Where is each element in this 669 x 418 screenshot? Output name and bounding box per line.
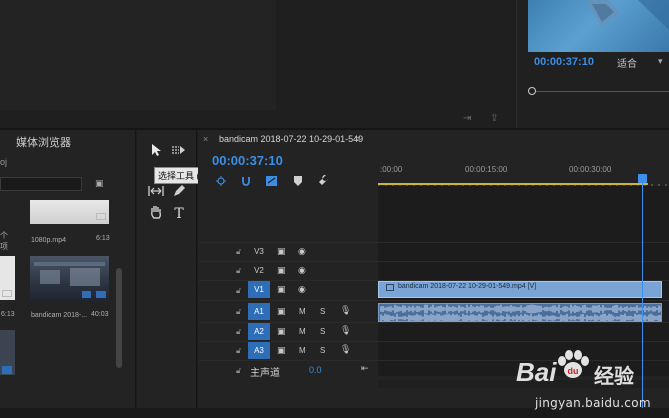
video-badge-icon [2,290,12,297]
program-video-content-icon [586,0,669,30]
lock-icon[interactable]: 🔓︎ [236,366,241,376]
watermark-url: jingyan.baidu.com [535,396,651,410]
project-path-text: oj [0,157,8,167]
track-target-a2[interactable]: A2 [248,323,270,340]
watermark-logo-text: Bai [516,357,557,387]
program-fit-select[interactable]: 适合 [617,55,637,70]
ruler-time-15: 00:00:15:00 [465,165,508,174]
playhead-line[interactable] [642,174,643,418]
microphone-icon[interactable]: 🎙︎ [340,325,351,336]
microphone-icon[interactable]: 🎙︎ [340,305,351,316]
hand-tool-icon[interactable] [147,205,165,223]
program-scrubber[interactable] [531,91,669,92]
playhead-handle[interactable] [638,174,647,183]
program-timecode[interactable]: 00:00:37:10 [534,56,594,68]
project-scrollbar[interactable] [116,268,122,368]
video-badge-icon [2,366,12,374]
lock-icon[interactable]: 🔓︎ [236,307,241,317]
eye-icon[interactable]: ◉ [298,284,306,295]
lock-icon[interactable]: 🔓︎ [236,327,241,337]
clip-duration: 40:03 [91,311,109,318]
master-track-label: 主声道 [250,368,280,379]
track-separator [198,300,669,301]
paw-logo-icon: du [556,350,590,380]
chevron-down-icon[interactable]: ▾ [658,56,663,67]
sync-lock-icon[interactable]: ▣ [277,246,286,257]
eye-icon[interactable]: ◉ [298,265,306,276]
audio-clip[interactable] [378,303,662,322]
premiere-window: ⇥ ⇪ 00:00:37:10 适合 ▾ 媒体浏览器 oj ▣ 1080p.mp… [0,0,669,418]
ruler-time-0: :00:00 [380,165,403,174]
track-target-a1[interactable]: A1 [248,303,270,320]
program-video-frame [528,0,669,52]
clip-thumbnail-1080p[interactable] [30,200,109,224]
lock-icon[interactable]: 🔓︎ [236,247,241,257]
lock-icon[interactable]: 🔓︎ [236,266,241,276]
sync-lock-icon[interactable]: ▣ [277,326,286,337]
sequence-tab[interactable]: bandicam 2018-07-22 10-29-01-549 [219,134,363,144]
fx-badge-icon [386,284,394,291]
waveform-icon [380,304,661,321]
close-icon[interactable]: × [203,134,208,144]
track-target-a3[interactable]: A3 [248,342,270,359]
master-volume-value[interactable]: 0.0 [309,365,322,375]
program-playhead-handle[interactable] [528,87,536,95]
selection-tool-icon[interactable] [147,143,165,161]
mute-button[interactable]: M [299,327,306,336]
ripple-edit-tool-icon[interactable] [147,184,165,202]
clip-label: bandicam 2018-... [31,312,88,319]
video-clip-label: bandicam 2018-07-22 10-29-01-549.mp4 [V] [398,283,537,290]
track-label-v3[interactable]: V3 [248,243,270,260]
solo-button[interactable]: S [320,346,325,355]
type-tool-icon[interactable]: T [170,205,188,223]
watermark-jingyan-text: 经验 [594,364,634,388]
sync-lock-icon[interactable]: ▣ [277,284,286,295]
lock-icon[interactable]: 🔓︎ [236,286,241,296]
tab-media-browser[interactable]: 媒体浏览器 [16,134,71,150]
eye-icon[interactable]: ◉ [298,246,306,257]
clip-duration: 6:13 [96,235,110,242]
microphone-icon[interactable]: 🎙︎ [340,344,351,355]
track-label-v2[interactable]: V2 [248,262,270,279]
clip-duration: 6:13 [1,311,15,318]
ruler-time-30: 00:00:30:00 [569,165,612,174]
svg-text:du: du [568,366,579,376]
track-target-v1[interactable]: V1 [248,281,270,298]
solo-button[interactable]: S [320,307,325,316]
source-monitor-frame [0,0,276,110]
sync-lock-icon[interactable]: ▣ [277,345,286,356]
sync-lock-icon[interactable]: ▣ [277,306,286,317]
item-count-fragment: 个项 [0,231,8,251]
track-select-tool-icon[interactable] [170,143,188,161]
video-badge-icon [96,291,106,298]
solo-button[interactable]: S [320,327,325,336]
clip-label: 1080p.mp4 [31,237,67,244]
lock-icon[interactable]: 🔓︎ [236,346,241,356]
timeline-timecode[interactable]: 00:00:37:10 [212,153,283,168]
source-export-icons[interactable]: ⇥ ⇪ [463,113,507,124]
project-search-input[interactable] [0,177,82,191]
panel-menu-icon[interactable]: ≡ [355,134,360,144]
sync-lock-icon[interactable]: ▣ [277,265,286,276]
audio-badge-icon [82,291,91,298]
video-badge-icon [96,213,106,220]
mute-button[interactable]: M [299,346,306,355]
find-icon[interactable]: ▣ [95,178,107,189]
pen-tool-icon[interactable] [170,184,188,202]
work-area-bar[interactable] [378,183,648,185]
mute-button[interactable]: M [299,307,306,316]
go-to-end-icon[interactable]: ⇤ [361,363,369,374]
